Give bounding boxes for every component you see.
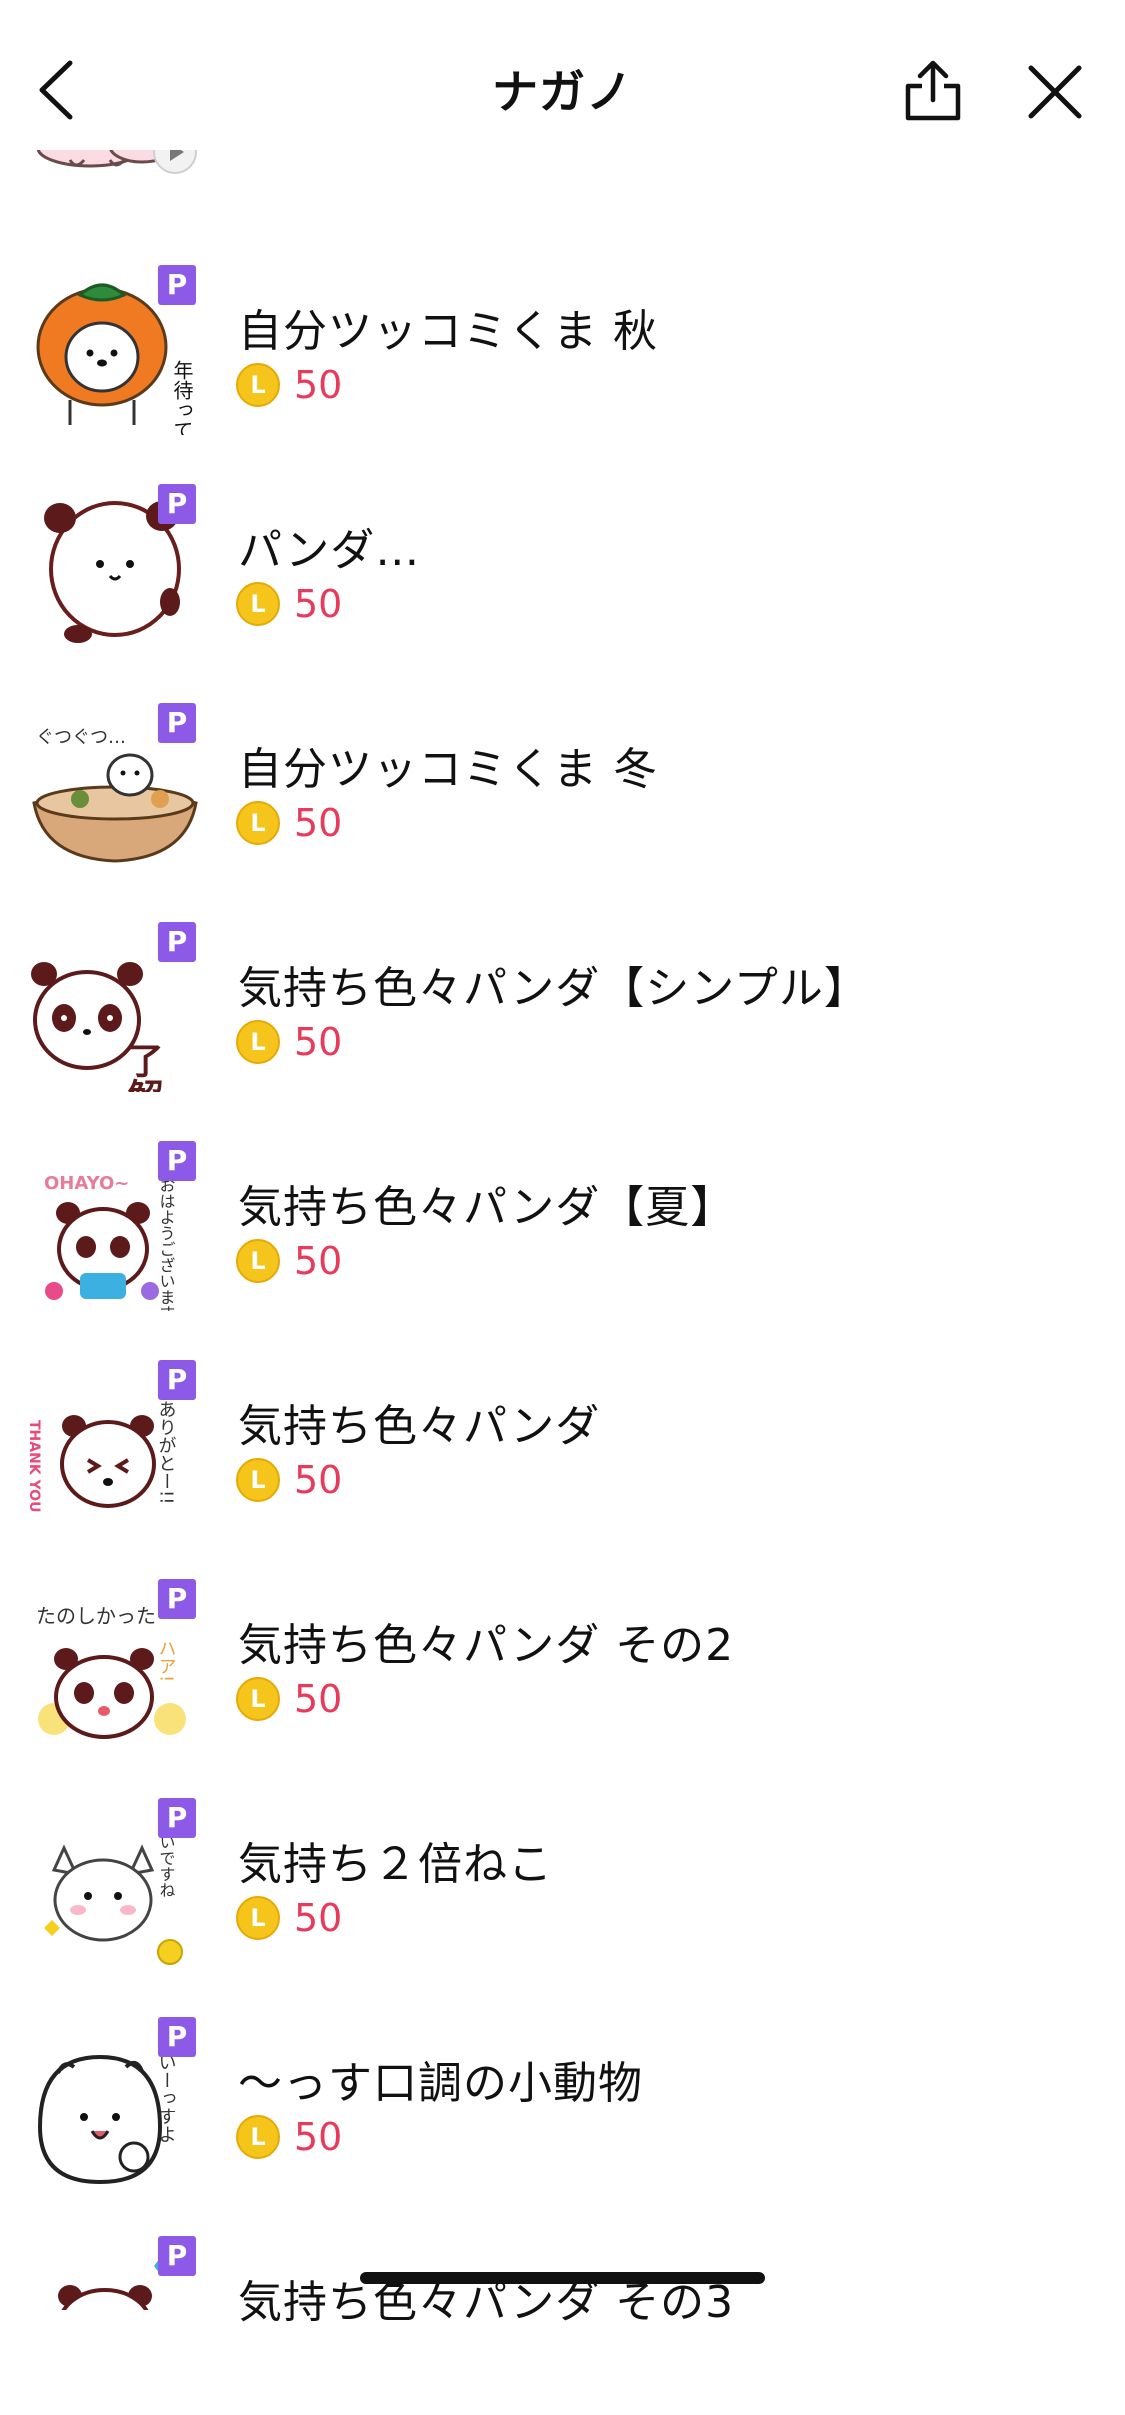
premium-badge: P (158, 484, 196, 524)
coin-icon: L (236, 1677, 280, 1721)
premium-badge: P (158, 2236, 196, 2276)
price-value: 50 (294, 363, 343, 407)
list-item[interactable]: P THANK YOU ありがとー!! 気持ち色々パンダ L 50 (0, 1320, 1125, 1539)
list-item[interactable]: P たのしかった ハア! 気持ち色々パンダ その2 L 50 (0, 1539, 1125, 1758)
sticker-name: 気持ち色々パンダ【シンプル】 (238, 963, 869, 1014)
list-item[interactable]: P 年待って 自分ツッコミくま 秋 L 50 (0, 225, 1125, 444)
sticker-name: 気持ち色々パンダ その2 (238, 1620, 735, 1671)
thumb-text: ハア! (156, 1639, 177, 1682)
list-item[interactable]: P ぐつぐつ… 自分ツッコミくま 冬 L 50 (0, 663, 1125, 882)
coin-icon: L (236, 1458, 280, 1502)
premium-badge: P (158, 2017, 196, 2057)
list-item[interactable]: P パンダ… L 50 (0, 444, 1125, 663)
price-value: 50 (294, 2115, 343, 2159)
coin-icon: L (236, 363, 280, 407)
top-bar: ナガノ (0, 0, 1125, 150)
thumb-text: ありがとー!! (156, 1400, 177, 1504)
premium-badge: P (158, 1360, 196, 1400)
sticker-name: パンダ… (238, 525, 421, 576)
premium-badge: P (158, 1141, 196, 1181)
premium-badge: P (158, 265, 196, 305)
sticker-name: 気持ち色々パンダ【夏】 (238, 1182, 736, 1233)
price-value: 50 (294, 1239, 343, 1283)
share-icon (905, 60, 961, 121)
thumb-text: OHAYO~ (44, 1173, 129, 1194)
list-item[interactable]: P 了解!! 気持ち色々パンダ【シンプル】 L 50 (0, 882, 1125, 1147)
coin-icon: L (236, 801, 280, 845)
coin-icon: L (236, 1020, 280, 1064)
list-item[interactable]: P 気持ち色々パンダ その3 (0, 2196, 1125, 2415)
premium-badge: P (158, 922, 196, 962)
sticker-name: 気持ち２倍ねこ (238, 1839, 553, 1890)
list-item[interactable]: P OHAYO~ おはようございます 気持ち色々パンダ【夏】 L 50 (0, 1101, 1125, 1321)
price-value: 50 (294, 801, 343, 845)
price-value: 50 (294, 1677, 343, 1721)
thumb-text: 了解!! (122, 1042, 164, 1092)
price-value: 50 (294, 1020, 343, 1064)
thumb-text: いですね (157, 1834, 176, 1898)
coin-icon: L (236, 1896, 280, 1940)
close-button[interactable] (1025, 62, 1085, 122)
home-indicator (360, 2272, 765, 2284)
share-button[interactable] (900, 58, 966, 124)
sticker-name: 〜っす口調の小動物 (238, 2058, 643, 2109)
sticker-name: 自分ツッコミくま 秋 (238, 306, 658, 357)
sticker-name: 気持ち色々パンダ (238, 1401, 601, 1452)
coin-icon: L (236, 582, 280, 626)
thumb-text: 年待って (170, 360, 194, 435)
premium-badge: P (158, 1798, 196, 1838)
list-item[interactable]: P いーっすよ 〜っす口調の小動物 L 50 (0, 1977, 1125, 2196)
close-icon (1028, 65, 1082, 119)
premium-badge: P (158, 703, 196, 743)
price-value: 50 (294, 1896, 343, 1940)
thumb-text: THANK YOU (30, 1420, 42, 1512)
coin-icon: L (236, 1239, 280, 1283)
thumb-text: たのしかった (36, 1604, 156, 1628)
thumb-text: ぐつぐつ… (36, 727, 126, 748)
thumb-text: いーっすよ (156, 2053, 177, 2143)
list-item[interactable]: P いですね 気持ち２倍ねこ L 50 (0, 1758, 1125, 1977)
price-value: 50 (294, 582, 343, 626)
price-value: 50 (294, 1458, 343, 1502)
thumb-text: おはようございます (157, 1177, 176, 1311)
coin-icon: L (236, 2115, 280, 2159)
sticker-name: 自分ツッコミくま 冬 (238, 744, 658, 795)
premium-badge: P (158, 1579, 196, 1619)
